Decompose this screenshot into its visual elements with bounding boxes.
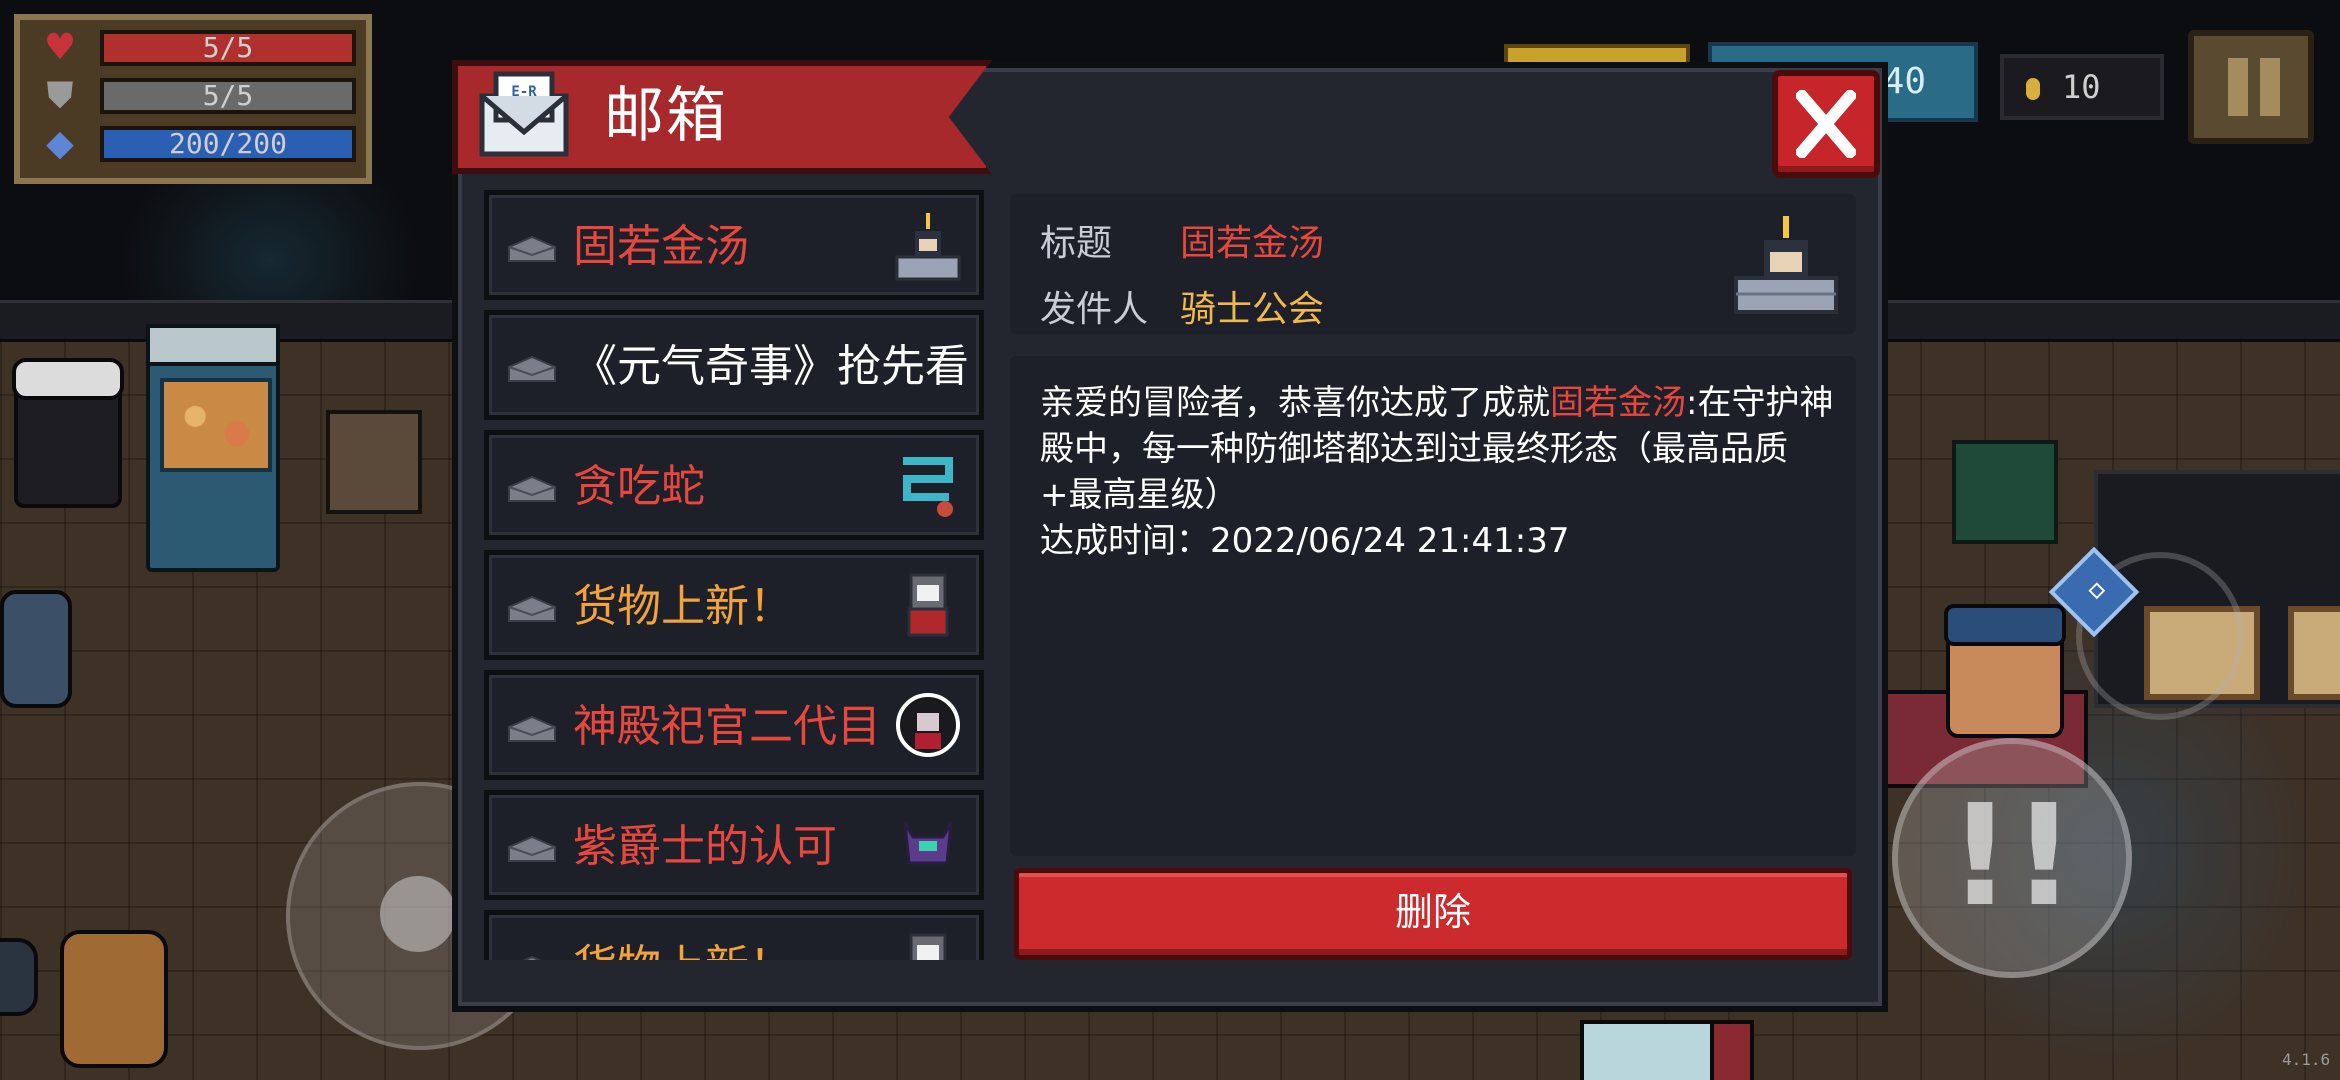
energy-bar: 200/200 bbox=[100, 126, 356, 162]
armor-bar: 5/5 bbox=[100, 78, 356, 114]
weapon-frame-2 bbox=[2288, 606, 2340, 700]
mail-item-title: 《元气奇事》抢先看 bbox=[573, 341, 969, 392]
priest-icon bbox=[896, 693, 960, 757]
mail-body-intro: 亲爱的冒险者，恭喜你达成了成就 bbox=[1040, 383, 1550, 423]
coin-counter: 10 bbox=[2000, 54, 2164, 120]
envelope-icon bbox=[508, 235, 556, 262]
npc-cat bbox=[0, 590, 72, 708]
close-icon bbox=[1796, 90, 1856, 158]
heart-icon: ♥ bbox=[43, 27, 77, 68]
envelope-icon bbox=[508, 835, 556, 862]
knight-on-wall-icon bbox=[1734, 216, 1838, 314]
purple-knight-icon bbox=[903, 822, 953, 865]
mail-item-title: 神殿祀官二代目 bbox=[573, 701, 881, 752]
pause-icon bbox=[2228, 58, 2248, 116]
envelope-icon bbox=[508, 715, 556, 742]
sender-label: 发件人 bbox=[1040, 289, 1149, 330]
version-label: 4.1.6 bbox=[2282, 1050, 2331, 1069]
mail-detail-header: 标题 固若金汤 发件人 骑士公会 bbox=[1010, 194, 1856, 334]
hp-row: ♥ 5/5 bbox=[38, 30, 364, 66]
mail-icon: E-R MAIL bbox=[476, 66, 572, 162]
envelope-icon bbox=[508, 475, 556, 502]
shield-icon: ⛊ bbox=[46, 75, 74, 116]
mail-item[interactable]: 货物上新！ bbox=[484, 910, 984, 960]
merchant-icon bbox=[907, 573, 949, 637]
sender-value: 骑士公会 bbox=[1180, 289, 1325, 330]
mailbox-title: 邮箱 bbox=[604, 81, 728, 151]
mail-item[interactable]: 《元气奇事》抢先看 bbox=[484, 310, 984, 420]
mail-item-title: 货物上新！ bbox=[573, 939, 793, 960]
player-stats-panel: ♥ 5/5 ⛊ 5/5 ◆ 200/200 bbox=[14, 14, 372, 184]
floor-object bbox=[1580, 1020, 1728, 1080]
mail-list[interactable]: 固若金汤 《元气奇事》抢先看 贪吃蛇 货物上新！ 神殿祀官二代目 紫爵士的认可 … bbox=[480, 190, 988, 960]
joystick-knob[interactable] bbox=[380, 876, 456, 952]
mail-body-time: 达成时间：2022/06/24 21:41:37 bbox=[1040, 521, 1570, 561]
mail-body: 亲爱的冒险者，恭喜你达成了成就固若金汤:在守护神殿中，每一种防御塔都达到过最终形… bbox=[1010, 356, 1856, 856]
mail-item-title: 紫爵士的认可 bbox=[573, 821, 837, 872]
envelope-icon bbox=[508, 595, 556, 622]
energy-icon: ◆ bbox=[46, 123, 74, 164]
npc-white-hat bbox=[12, 358, 124, 508]
skill-button[interactable]: !! bbox=[1892, 738, 2132, 978]
coin-count: 10 bbox=[2062, 68, 2101, 106]
mail-item[interactable]: 紫爵士的认可 bbox=[484, 790, 984, 900]
snake-icon bbox=[903, 457, 953, 517]
subject-label: 标题 bbox=[1040, 223, 1113, 264]
mail-body-text: 亲爱的冒险者，恭喜你达成了成就固若金汤:在守护神殿中，每一种防御塔都达到过最终形… bbox=[1040, 380, 1840, 564]
pause-button[interactable] bbox=[2188, 30, 2314, 144]
energy-row: ◆ 200/200 bbox=[38, 126, 364, 162]
envelope-icon bbox=[508, 355, 556, 382]
armor-row: ⛊ 5/5 bbox=[38, 78, 364, 114]
mail-item[interactable]: 神殿祀官二代目 bbox=[484, 670, 984, 780]
mail-item-title: 固若金汤 bbox=[573, 221, 749, 272]
subject-value: 固若金汤 bbox=[1180, 223, 1325, 264]
close-button[interactable] bbox=[1772, 70, 1880, 178]
knight-on-wall-icon bbox=[895, 213, 961, 281]
mail-item-title: 货物上新！ bbox=[573, 581, 793, 632]
hp-bar: 5/5 bbox=[100, 30, 356, 66]
mail-item[interactable]: 货物上新！ bbox=[484, 550, 984, 660]
wooden-crate bbox=[326, 410, 422, 514]
envelope-icon bbox=[522, 955, 542, 960]
green-cabinet bbox=[1952, 440, 2058, 544]
mail-item[interactable]: 固若金汤 bbox=[484, 190, 984, 300]
mail-item-title: 贪吃蛇 bbox=[573, 461, 705, 512]
pot bbox=[0, 938, 38, 1016]
merchant-icon bbox=[909, 933, 947, 960]
mail-item[interactable]: 贪吃蛇 bbox=[484, 430, 984, 540]
coin-icon bbox=[2026, 78, 2040, 100]
delete-button[interactable]: 删除 bbox=[1014, 868, 1852, 960]
floor-object-2 bbox=[1710, 1020, 1754, 1080]
npc-dog bbox=[60, 930, 168, 1068]
gacha-machine bbox=[146, 324, 280, 572]
npc-vendor bbox=[1944, 604, 2066, 738]
mail-body-highlight: 固若金汤 bbox=[1550, 383, 1686, 423]
